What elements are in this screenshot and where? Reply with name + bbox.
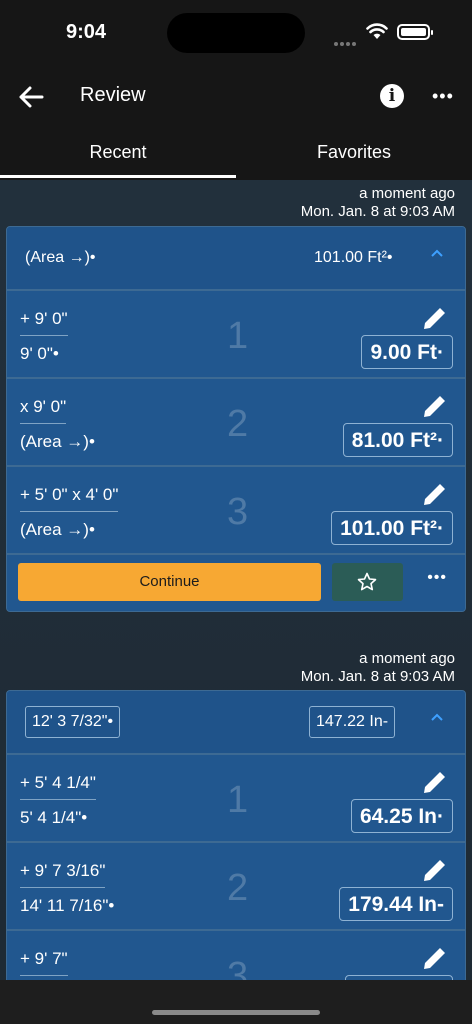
edit-pencil-icon[interactable] [421,392,449,420]
card-header-total: 101.00 Ft²• [314,249,393,266]
timestamp-relative: a moment ago [359,185,455,202]
row-number: 3 [227,491,249,533]
row-number: 2 [227,403,249,445]
calc-row: + 9' 7" 3 [7,931,465,980]
row-operation: + 5' 0" x 4' 0" [20,485,119,512]
row-result[interactable]: 64.25 In· [350,799,453,833]
row-number: 1 [227,315,249,357]
row-result[interactable]: 9.00 Ft· [361,335,453,369]
edit-pencil-icon[interactable] [421,768,449,796]
row-result[interactable]: 101.00 Ft²· [331,511,453,545]
tab-indicator [0,175,236,178]
card-header[interactable]: (Area →)• 101.00 Ft²• [7,227,465,291]
calc-row: x 9' 0" (Area →)• 2 81.00 Ft²· [7,379,465,467]
row-number: 3 [227,955,249,980]
more-options-icon[interactable]: ••• [432,86,454,107]
row-operation: + 9' 7 3/16" [20,861,106,888]
timestamp-date: Mon. Jan. 8 at 9:03 AM [300,668,455,685]
edit-pencil-icon[interactable] [421,856,449,884]
chevron-up-icon[interactable] [431,247,443,259]
battery-icon [397,24,433,40]
page-title: Review [80,84,146,106]
back-arrow-icon[interactable] [16,82,46,112]
tab-favorites[interactable]: Favorites [236,142,472,163]
card-header[interactable]: 12' 3 7/32"• 147.22 In- [7,691,465,755]
row-subtotal: 9' 0"• [20,344,59,363]
row-subtotal: 5' 4 1/4"• [20,808,88,827]
row-subtotal: 14' 11 7/16"• [20,896,115,915]
timestamp-date: Mon. Jan. 8 at 9:03 AM [300,203,455,220]
calc-row: + 5' 4 1/4" 5' 4 1/4"• 1 64.25 In· [7,755,465,843]
cellular-signal-icon [334,33,358,51]
row-operation: + 9' 0" [20,309,68,336]
dynamic-island [167,13,305,53]
calculation-card: (Area →)• 101.00 Ft²• + 9' 0" 9' 0"• 1 9… [6,226,466,612]
chevron-up-icon[interactable] [431,711,443,723]
row-subtotal: (Area →)• [20,432,95,451]
status-time: 9:04 [66,21,107,43]
row-number: 1 [227,779,249,821]
card-header-total[interactable]: 147.22 In- [309,706,396,738]
star-icon [357,572,377,591]
edit-pencil-icon[interactable] [421,944,449,972]
timestamp: a moment ago Mon. Jan. 8 at 9:03 AM [301,650,455,686]
row-result[interactable]: 81.00 Ft²· [342,423,453,457]
timestamp-relative: a moment ago [359,650,455,667]
continue-button[interactable]: Continue [18,563,321,601]
timestamp: a moment ago Mon. Jan. 8 at 9:03 AM [301,185,455,221]
row-operation: + 9' 7" [20,949,68,976]
row-subtotal: (Area →)• [20,520,95,539]
edit-pencil-icon[interactable] [421,480,449,508]
home-indicator-area [0,980,472,1024]
tab-bar: Recent Favorites [0,130,472,180]
home-indicator[interactable] [152,1010,320,1015]
calc-row: + 9' 0" 9' 0"• 1 9.00 Ft· [7,291,465,379]
row-operation: + 5' 4 1/4" [20,773,96,800]
wifi-icon [366,23,388,39]
row-operation: x 9' 0" [20,397,67,424]
favorite-button[interactable] [332,563,403,601]
info-icon[interactable]: i [380,84,404,108]
row-number: 2 [227,867,249,909]
row-result[interactable]: 179.44 In- [339,887,453,921]
calc-row: + 9' 7 3/16" 14' 11 7/16"• 2 179.44 In- [7,843,465,931]
calc-row: + 5' 0" x 4' 0" (Area →)• 3 101.00 Ft²· [7,467,465,555]
nav-header: Review i ••• [0,64,472,130]
card-header-label[interactable]: 12' 3 7/32"• [25,706,121,738]
status-bar: 9:04 [0,0,472,64]
history-list[interactable]: a moment ago Mon. Jan. 8 at 9:03 AM (Are… [0,180,472,980]
edit-pencil-icon[interactable] [421,304,449,332]
more-actions-icon[interactable]: ••• [427,569,447,587]
card-actions: Continue ••• [7,555,465,611]
tab-recent[interactable]: Recent [0,142,236,163]
calculation-card: 12' 3 7/32"• 147.22 In- + 5' 4 1/4" 5' 4… [6,690,466,980]
card-header-label: (Area →)• [25,249,96,266]
